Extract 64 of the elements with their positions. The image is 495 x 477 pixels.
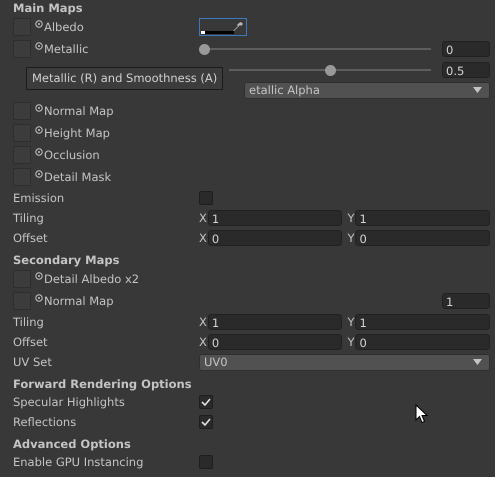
number-field[interactable]: 1 [355,210,490,226]
tooltip: Metallic (R) and Smoothness (A) [26,67,224,90]
axis-label: X [199,211,207,225]
slider-thumb[interactable] [324,64,336,76]
checkbox[interactable] [199,395,213,409]
axis-label: Y [347,211,354,225]
property-label: Reflections [13,415,76,429]
checkmark-icon [201,418,211,426]
section-header: Forward Rendering Options [13,376,193,392]
number-field[interactable]: 0 [355,334,490,350]
dropdown[interactable]: etallic Alpha [244,82,490,98]
property-label: Normal Map [44,294,114,308]
color-field[interactable] [199,18,247,36]
number-field[interactable]: 1 [208,210,342,226]
property-label: Detail Albedo x2 [44,272,140,286]
number-field[interactable]: 0 [208,230,342,246]
number-field[interactable]: 1 [355,314,490,330]
property-label: Specular Highlights [13,395,125,409]
property-label: Emission [13,191,64,205]
property-label: Height Map [44,126,110,140]
object-picker-icon[interactable] [35,104,43,112]
axis-label: X [199,335,207,349]
number-field[interactable]: 0 [442,41,490,57]
number-field[interactable]: 0.5 [442,62,490,78]
object-picker-icon[interactable] [35,20,43,28]
cursor-icon [415,404,429,424]
property-label: Enable GPU Instancing [13,455,144,469]
checkmark-icon [201,398,211,406]
object-picker-icon[interactable] [35,294,43,302]
checkbox[interactable] [199,191,213,205]
property-label: Offset [13,231,48,245]
property-label: Tiling [13,211,44,225]
object-picker-icon[interactable] [35,148,43,156]
axis-label: Y [347,315,354,329]
axis-label: X [199,231,207,245]
section-header: Secondary Maps [13,252,120,268]
property-label: Detail Mask [44,170,112,184]
number-field[interactable]: 1 [208,314,342,330]
object-picker-icon[interactable] [35,272,43,280]
axis-label: Y [347,231,354,245]
section-header: Advanced Options [13,436,132,452]
object-picker-icon[interactable] [35,42,43,50]
dropdown-arrow-icon [473,359,482,365]
checkbox[interactable] [199,415,213,429]
dropdown-arrow-icon [473,87,482,93]
object-picker-icon[interactable] [35,170,43,178]
number-field[interactable]: 0 [208,334,342,350]
property-label: Occlusion [44,148,100,162]
axis-label: Y [347,335,354,349]
property-label: Albedo [44,20,84,34]
property-label: Normal Map [44,104,114,118]
property-label: UV Set [13,355,52,369]
axis-label: X [199,315,207,329]
object-picker-icon[interactable] [35,126,43,134]
dropdown[interactable]: UV0 [199,354,490,370]
section-header: Main Maps [13,0,84,16]
property-label: Offset [13,335,48,349]
slider-thumb[interactable] [199,44,210,54]
number-field[interactable]: 0 [355,230,490,246]
property-label: Tiling [13,315,44,329]
number-field[interactable]: 1 [442,293,490,309]
eyedropper-icon[interactable] [232,21,244,33]
property-label: Metallic [44,42,88,56]
checkbox[interactable] [199,455,213,469]
